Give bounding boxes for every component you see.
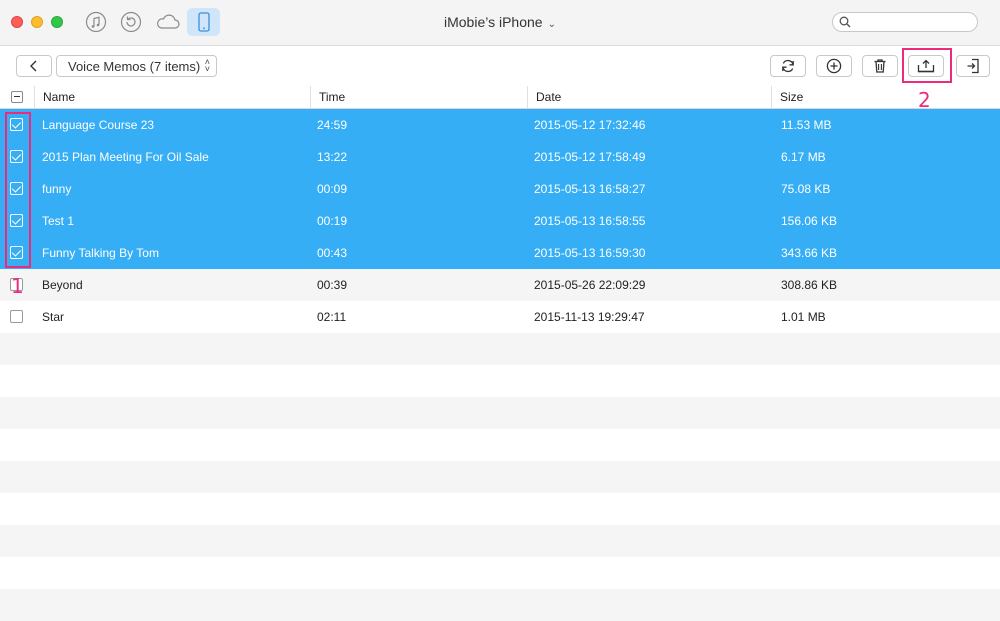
table-header: Name Time Date Size <box>0 86 1000 109</box>
column-label: Time <box>319 90 346 104</box>
cell-date: 2015-05-13 16:58:27 <box>534 182 646 196</box>
empty-row <box>0 461 1000 493</box>
cell-date: 2015-05-13 16:58:55 <box>534 214 646 228</box>
cell-time: 00:09 <box>317 182 348 196</box>
empty-row <box>0 557 1000 589</box>
cell-name: Star <box>42 310 65 324</box>
table-row[interactable]: funny 00:09 2015-05-13 16:58:27 75.08 KB <box>0 173 1000 205</box>
cell-name: 2015 Plan Meeting For Oil Sale <box>42 150 209 164</box>
column-header-time[interactable]: Time <box>310 86 527 108</box>
cell-size: 75.08 KB <box>781 182 831 196</box>
cell-size: 343.66 KB <box>781 246 838 260</box>
refresh-icon <box>782 59 794 73</box>
search-field[interactable] <box>832 12 978 32</box>
cell-size: 308.86 KB <box>781 278 838 292</box>
device-name: iMobie’s iPhone <box>444 14 543 30</box>
cell-time: 24:59 <box>317 118 348 132</box>
add-button[interactable] <box>816 55 852 77</box>
column-label: Date <box>536 90 562 104</box>
cell-name: Language Course 23 <box>42 118 155 132</box>
empty-row <box>0 365 1000 397</box>
cell-date: 2015-05-12 17:58:49 <box>534 150 646 164</box>
cell-time: 00:43 <box>317 246 348 260</box>
annotation-box-1 <box>5 112 31 268</box>
column-header-size[interactable]: Size <box>771 86 1000 108</box>
back-button[interactable] <box>16 55 52 77</box>
empty-row <box>0 525 1000 557</box>
empty-row <box>0 397 1000 429</box>
chevron-left-icon <box>30 60 37 72</box>
search-icon <box>839 16 851 28</box>
title-bar: iMobie’s iPhone ⌄ <box>0 0 1000 46</box>
cell-size: 11.53 MB <box>781 118 832 132</box>
delete-button[interactable] <box>862 55 898 77</box>
empty-row <box>0 429 1000 461</box>
empty-row <box>0 493 1000 525</box>
empty-row <box>0 333 1000 365</box>
table-body: Language Course 23 24:59 2015-05-12 17:3… <box>0 109 1000 621</box>
cell-name: Funny Talking By Tom <box>42 246 159 260</box>
table-row[interactable]: Funny Talking By Tom 00:43 2015-05-13 16… <box>0 237 1000 269</box>
cell-date: 2015-05-13 16:59:30 <box>534 246 646 260</box>
send-to-device-icon <box>967 58 979 74</box>
empty-row <box>0 589 1000 621</box>
cell-name: Test 1 <box>42 214 75 228</box>
annotation-number-2: 2 <box>918 88 931 112</box>
column-header-date[interactable]: Date <box>527 86 771 108</box>
cell-time: 00:39 <box>317 278 348 292</box>
delete-icon <box>874 59 886 73</box>
toolbar: Voice Memos (7 items) ˄ ˅ <box>0 46 1000 87</box>
table-row[interactable]: Language Course 23 24:59 2015-05-12 17:3… <box>0 109 1000 141</box>
table-row[interactable]: 2015 Plan Meeting For Oil Sale 13:22 201… <box>0 141 1000 173</box>
annotation-box-2 <box>902 48 952 83</box>
row-checkbox[interactable] <box>10 310 23 323</box>
column-label: Name <box>43 90 76 104</box>
cell-date: 2015-05-26 22:09:29 <box>534 278 646 292</box>
select-all-checkbox[interactable] <box>11 91 23 103</box>
updown-chevron-icon: ˄ ˅ <box>204 57 210 74</box>
cell-name: funny <box>42 182 72 196</box>
category-label: Voice Memos (7 items) <box>68 58 201 74</box>
chevron-down-icon: ⌄ <box>547 19 556 30</box>
table-row[interactable]: Beyond 00:39 2015-05-26 22:09:29 308.86 … <box>0 269 1000 301</box>
table-row[interactable]: Test 1 00:19 2015-05-13 16:58:55 156.06 … <box>0 205 1000 237</box>
column-label: Size <box>780 90 804 104</box>
cell-size: 1.01 MB <box>781 310 826 324</box>
cell-time: 00:19 <box>317 214 348 228</box>
add-icon <box>826 58 842 74</box>
send-to-device-button[interactable] <box>956 55 990 77</box>
column-header-name[interactable]: Name <box>34 86 310 108</box>
refresh-button[interactable] <box>770 55 806 77</box>
annotation-number-1: 1 <box>11 274 24 298</box>
table-row[interactable]: Star 02:11 2015-11-13 19:29:47 1.01 MB <box>0 301 1000 333</box>
cell-time: 02:11 <box>317 310 347 324</box>
cell-name: Beyond <box>42 278 83 292</box>
cell-time: 13:22 <box>317 150 348 164</box>
search-input[interactable] <box>855 14 977 32</box>
cell-date: 2015-05-12 17:32:46 <box>534 118 646 132</box>
cell-size: 6.17 MB <box>781 150 826 164</box>
category-selector[interactable]: Voice Memos (7 items) ˄ ˅ <box>56 55 217 77</box>
cell-date: 2015-11-13 19:29:47 <box>534 310 645 324</box>
cell-size: 156.06 KB <box>781 214 838 228</box>
